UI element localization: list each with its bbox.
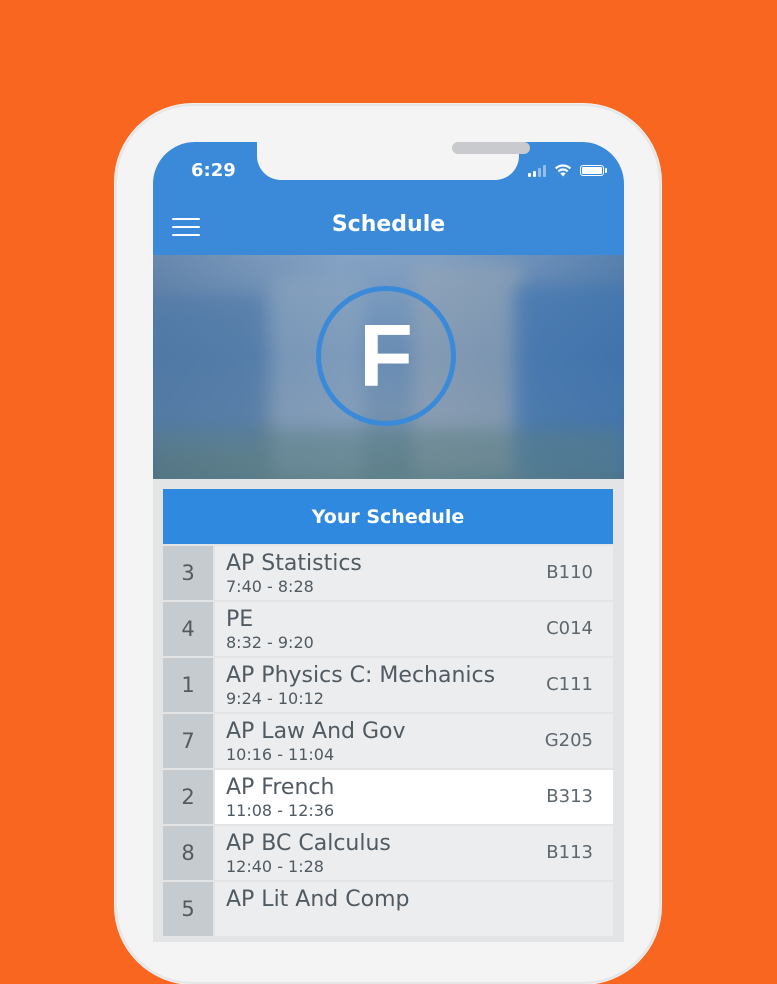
logo-letter: F <box>359 306 413 405</box>
room-number: B113 <box>546 842 593 863</box>
class-details[interactable]: PE 8:32 - 9:20 C014 <box>215 602 613 656</box>
period-number: 5 <box>163 882 213 936</box>
schedule-row[interactable]: 7 AP Law And Gov 10:16 - 11:04 G205 <box>163 714 613 768</box>
class-time: 12:40 - 1:28 <box>226 857 324 876</box>
class-details[interactable]: AP Law And Gov 10:16 - 11:04 G205 <box>215 714 613 768</box>
class-details[interactable]: AP Statistics 7:40 - 8:28 B110 <box>215 546 613 600</box>
class-time: 10:16 - 11:04 <box>226 745 335 764</box>
room-number: C014 <box>546 618 593 639</box>
period-number: 1 <box>163 658 213 712</box>
period-number: 2 <box>163 770 213 824</box>
schedule-list: 3 AP Statistics 7:40 - 8:28 B110 4 PE 8:… <box>163 546 613 936</box>
course-name: AP Law And Gov <box>226 719 406 744</box>
status-icons <box>528 164 607 177</box>
app-header: 6:29 Schedule <box>153 142 624 255</box>
schedule-row[interactable]: 5 AP Lit And Comp <box>163 882 613 936</box>
period-number: 8 <box>163 826 213 880</box>
page-title: Schedule <box>331 212 446 237</box>
notch <box>257 142 530 180</box>
class-time: 8:32 - 9:20 <box>226 633 314 652</box>
schedule-card: Your Schedule 3 AP Statistics 7:40 - 8:2… <box>163 489 613 938</box>
class-details[interactable]: AP Physics C: Mechanics 9:24 - 10:12 C11… <box>215 658 613 712</box>
battery-icon <box>580 165 607 176</box>
schedule-row[interactable]: 1 AP Physics C: Mechanics 9:24 - 10:12 C… <box>163 658 613 712</box>
schedule-row[interactable]: 4 PE 8:32 - 9:20 C014 <box>163 602 613 656</box>
room-number: G205 <box>544 730 593 751</box>
class-time: 7:40 - 8:28 <box>226 577 314 596</box>
signal-icon <box>528 164 546 177</box>
class-details[interactable]: AP French 11:08 - 12:36 B313 <box>215 770 613 824</box>
class-details[interactable]: AP Lit And Comp <box>215 882 613 936</box>
app-screen: 6:29 Schedule F Your Schedule 3 AP Stati… <box>153 142 624 942</box>
schedule-row[interactable]: 8 AP BC Calculus 12:40 - 1:28 B113 <box>163 826 613 880</box>
school-banner: F <box>153 255 624 479</box>
class-time: 9:24 - 10:12 <box>226 689 324 708</box>
wifi-icon <box>554 164 572 177</box>
room-number: C111 <box>546 674 593 695</box>
status-time: 6:29 <box>191 160 236 181</box>
speaker <box>452 142 530 154</box>
class-details[interactable]: AP BC Calculus 12:40 - 1:28 B113 <box>215 826 613 880</box>
school-logo: F <box>316 286 456 426</box>
period-number: 4 <box>163 602 213 656</box>
course-name: AP Physics C: Mechanics <box>226 663 496 688</box>
period-number: 3 <box>163 546 213 600</box>
course-name: AP French <box>226 775 335 800</box>
room-number: B110 <box>546 562 593 583</box>
room-number: B313 <box>546 786 593 807</box>
class-time: 11:08 - 12:36 <box>226 801 335 820</box>
course-name: AP Statistics <box>226 551 362 576</box>
course-name: PE <box>226 607 254 632</box>
schedule-heading: Your Schedule <box>163 489 613 544</box>
schedule-row[interactable]: 3 AP Statistics 7:40 - 8:28 B110 <box>163 546 613 600</box>
schedule-row-current[interactable]: 2 AP French 11:08 - 12:36 B313 <box>163 770 613 824</box>
period-number: 7 <box>163 714 213 768</box>
course-name: AP BC Calculus <box>226 831 391 856</box>
